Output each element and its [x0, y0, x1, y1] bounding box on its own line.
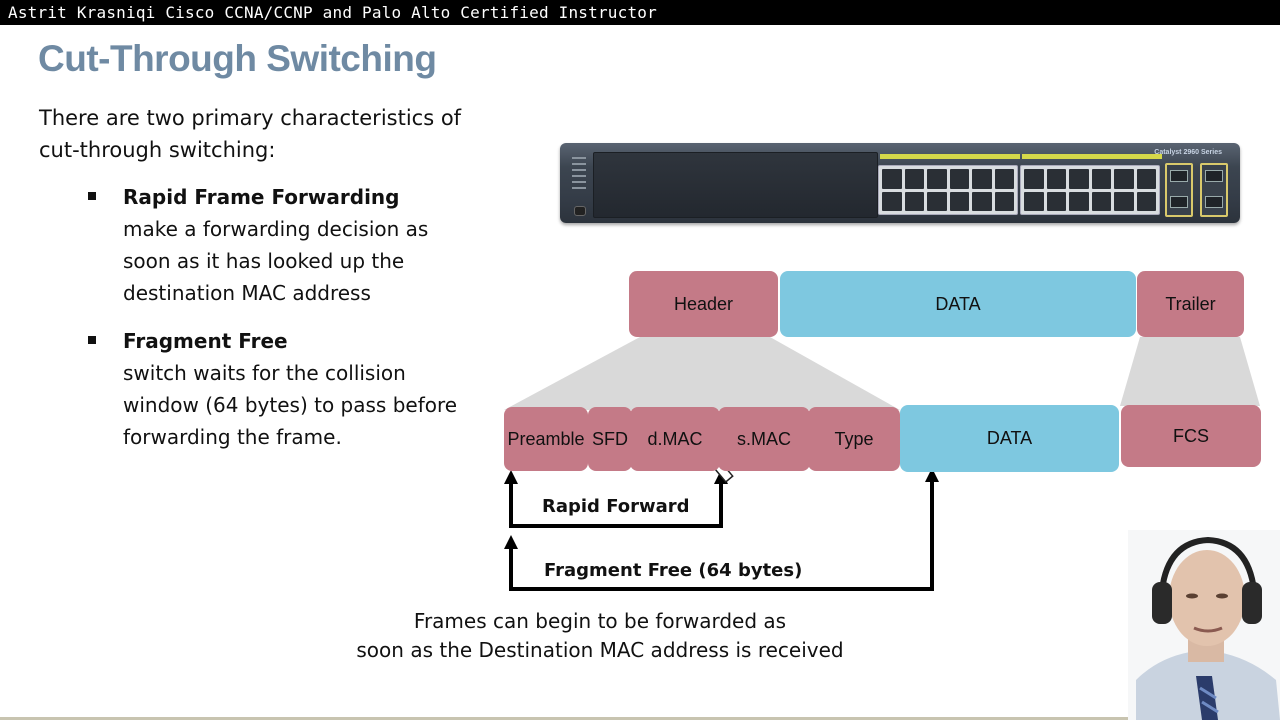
- arrowhead-icon: [504, 470, 518, 484]
- segment-label: Header: [673, 293, 734, 314]
- field-label: Preamble: [507, 428, 585, 449]
- slide-caption: Frames can begin to be forwarded as soon…: [330, 607, 870, 665]
- field-label: d.MAC: [647, 428, 703, 449]
- presenter-webcam: [1128, 530, 1280, 720]
- frame-trailer-segment: Trailer: [1137, 271, 1244, 337]
- field-label: Type: [834, 428, 874, 449]
- segment-label: DATA: [935, 293, 981, 314]
- frame-data-segment: DATA: [780, 271, 1136, 337]
- frame-fcs-field: FCS: [1121, 405, 1261, 467]
- field-label: FCS: [1173, 425, 1209, 446]
- frame-sfd-field: SFD: [588, 407, 632, 471]
- caption-line-2: soon as the Destination MAC address is r…: [356, 638, 844, 662]
- field-label: DATA: [986, 428, 1033, 448]
- arrowhead-icon: [504, 535, 518, 549]
- fragment-free-label: Fragment Free (64 bytes): [544, 560, 803, 581]
- frame-data-field: DATA: [900, 405, 1119, 472]
- presenter-silhouette-icon: [1136, 536, 1280, 720]
- frame-smac-field: s.MAC: [718, 407, 810, 471]
- frame-type-field: Type: [808, 407, 900, 471]
- field-label: SFD: [592, 428, 628, 449]
- caption-line-1: Frames can begin to be forwarded as: [413, 609, 787, 633]
- field-label: s.MAC: [737, 428, 791, 449]
- trailer-expansion-shape: [1120, 337, 1260, 406]
- frame-preamble-field: Preamble: [504, 407, 588, 471]
- header-expansion-shape: [504, 337, 900, 410]
- frame-dmac-field: d.MAC: [630, 407, 720, 471]
- segment-label: Trailer: [1165, 293, 1216, 314]
- rapid-forward-label: Rapid Forward: [542, 496, 690, 517]
- frame-header-segment: Header: [629, 271, 778, 337]
